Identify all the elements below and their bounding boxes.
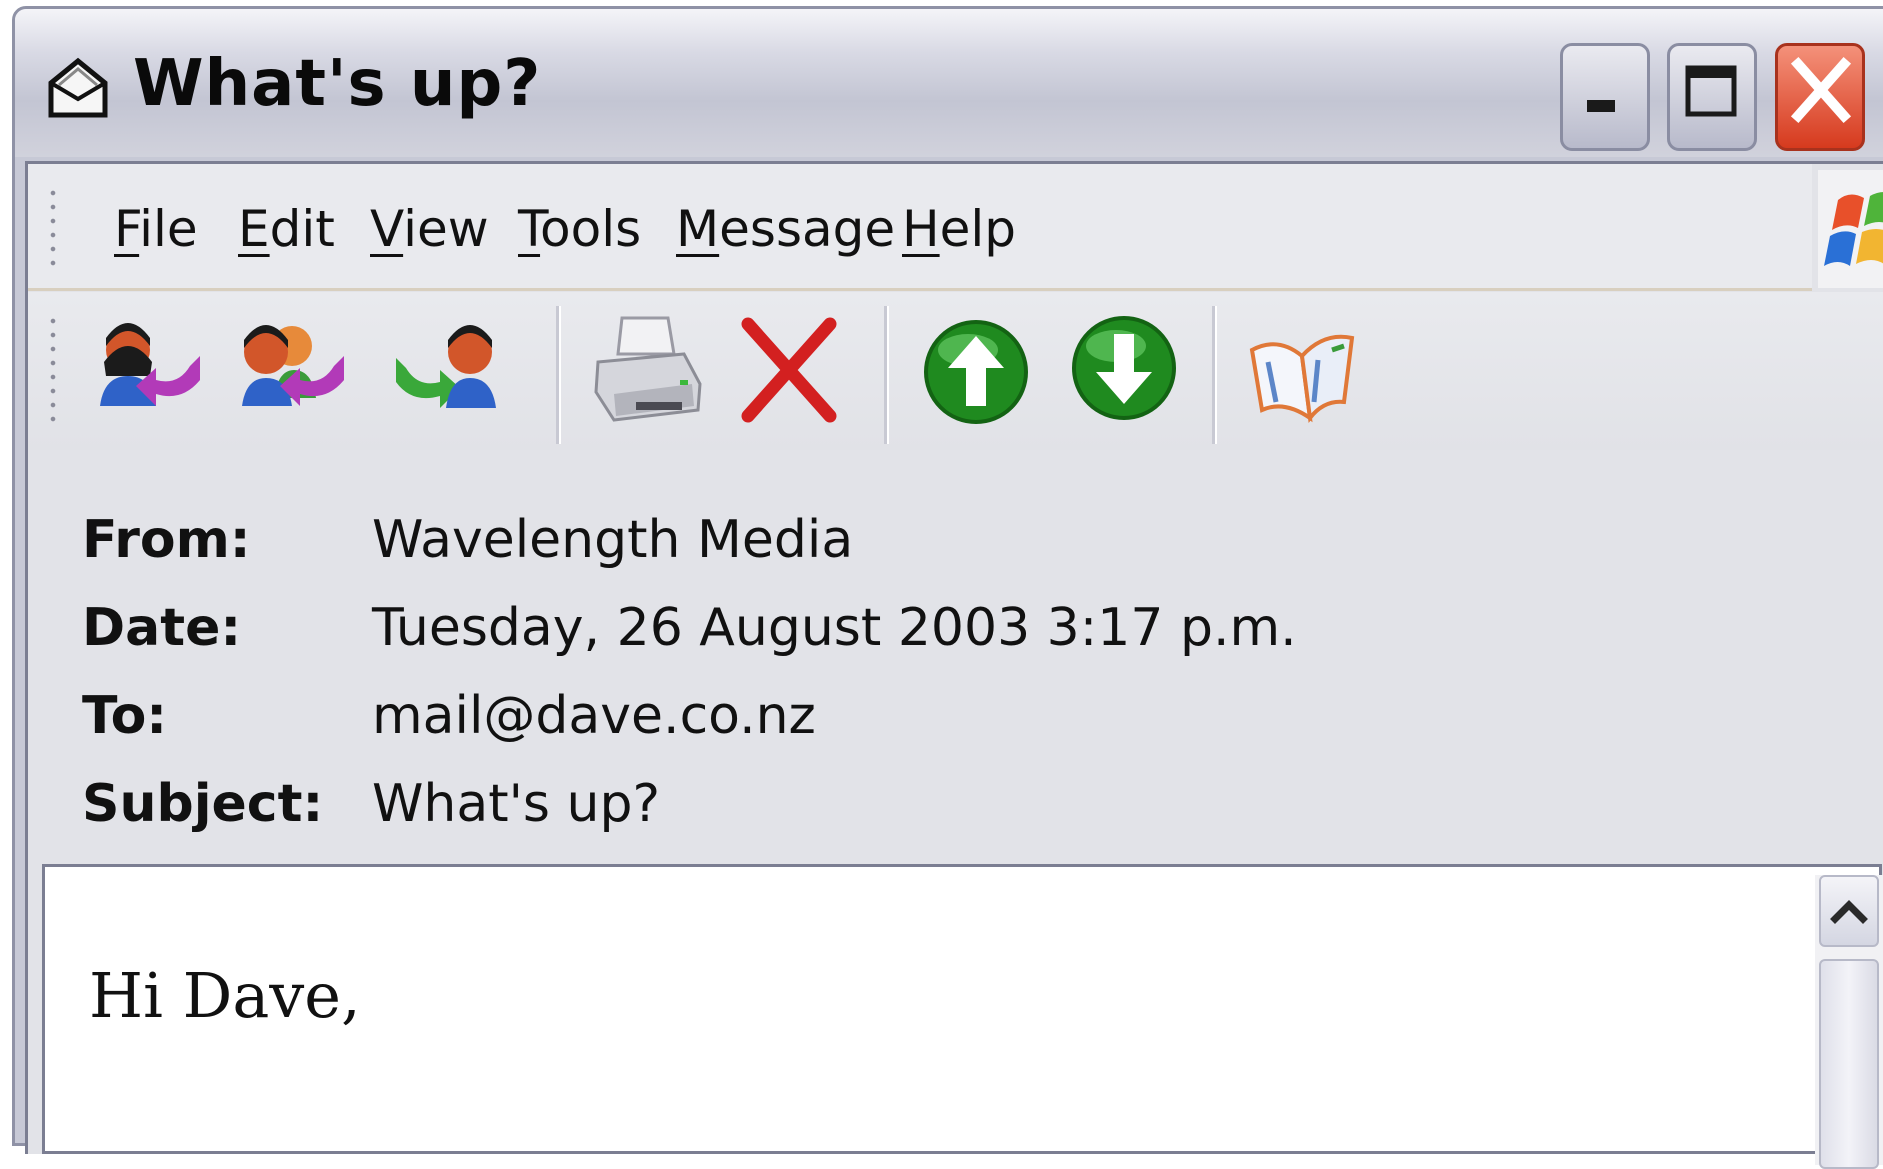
scroll-thumb[interactable] [1819, 959, 1879, 1169]
menu-view-mnemonic: V [370, 200, 404, 258]
menu-edit-rest: dit [269, 200, 335, 258]
previous-button[interactable] [916, 306, 1036, 436]
date-value: Tuesday, 26 August 2003 3:17 p.m. [372, 598, 1297, 658]
envelope-open-icon [48, 57, 108, 118]
delete-button[interactable] [728, 306, 848, 436]
menu-message-mnemonic: M [676, 200, 720, 258]
message-headers: From: Wavelength Media Date: Tuesday, 26… [28, 454, 1883, 854]
menu-tools-rest: ools [540, 200, 642, 258]
menu-view[interactable]: View [370, 200, 489, 258]
close-button[interactable] [1775, 43, 1865, 151]
menu-bar: File Edit View Tools Message Help [28, 164, 1812, 291]
toolbar [28, 292, 1883, 450]
print-button[interactable] [588, 306, 708, 436]
menu-file-rest: ile [139, 200, 198, 258]
maximize-icon [1685, 65, 1737, 117]
delete-x-icon [741, 317, 837, 423]
to-label: To: [82, 686, 168, 746]
toolbar-grip[interactable] [50, 314, 56, 426]
window-client: File Edit View Tools Message Help From: … [25, 161, 1883, 1169]
menu-help[interactable]: Help [902, 200, 1016, 258]
title-bar[interactable]: What's up? [15, 9, 1883, 157]
reply-all-icon [242, 325, 344, 406]
reply-button[interactable] [90, 306, 210, 436]
minimize-button[interactable] [1560, 43, 1650, 151]
menu-message-rest: essage [719, 200, 896, 258]
toolbar-separator [884, 306, 889, 444]
forward-icon [396, 325, 496, 408]
menubar-grip[interactable] [50, 186, 56, 270]
menu-file-mnemonic: F [114, 200, 140, 258]
reply-icon [100, 323, 200, 406]
mail-window: What's up? File Edit View Tools Message … [12, 6, 1883, 1169]
reply-all-button[interactable] [232, 306, 352, 436]
menu-view-rest: iew [403, 200, 489, 258]
subject-label: Subject: [82, 774, 324, 834]
date-label: Date: [82, 598, 242, 658]
minimize-icon [1587, 100, 1615, 112]
menu-edit[interactable]: Edit [238, 200, 335, 258]
menu-help-rest: elp [939, 200, 1017, 258]
toolbar-separator [556, 306, 561, 444]
address-book-icon [1249, 334, 1355, 424]
menu-tools[interactable]: Tools [518, 200, 641, 258]
maximize-button[interactable] [1667, 43, 1757, 151]
forward-button[interactable] [388, 306, 508, 436]
menu-edit-mnemonic: E [238, 200, 270, 258]
menu-file[interactable]: File [114, 200, 198, 258]
next-button[interactable] [1064, 306, 1184, 436]
to-value[interactable]: mail@dave.co.nz [372, 686, 816, 746]
vertical-scrollbar[interactable] [1815, 875, 1883, 1169]
menu-tools-mnemonic: T [518, 200, 541, 258]
menu-help-mnemonic: H [902, 200, 940, 258]
window-title: What's up? [133, 47, 542, 121]
scroll-up-button[interactable] [1819, 875, 1879, 947]
addresses-button[interactable] [1240, 306, 1360, 436]
from-label: From: [82, 510, 251, 570]
from-value[interactable]: Wavelength Media [372, 510, 853, 570]
windows-flag-icon [1824, 192, 1883, 266]
message-greeting: Hi Dave, [89, 959, 361, 1032]
close-icon [1790, 56, 1852, 124]
menu-message[interactable]: Message [676, 200, 895, 258]
toolbar-separator [1212, 306, 1217, 444]
down-arrow-icon [1072, 316, 1176, 420]
subject-value: What's up? [372, 774, 661, 834]
printer-icon [594, 316, 702, 422]
up-arrow-icon [924, 320, 1028, 424]
chevron-up-icon [1830, 900, 1868, 924]
message-body[interactable]: Hi Dave, [42, 864, 1883, 1169]
windows-logo [1818, 170, 1883, 288]
